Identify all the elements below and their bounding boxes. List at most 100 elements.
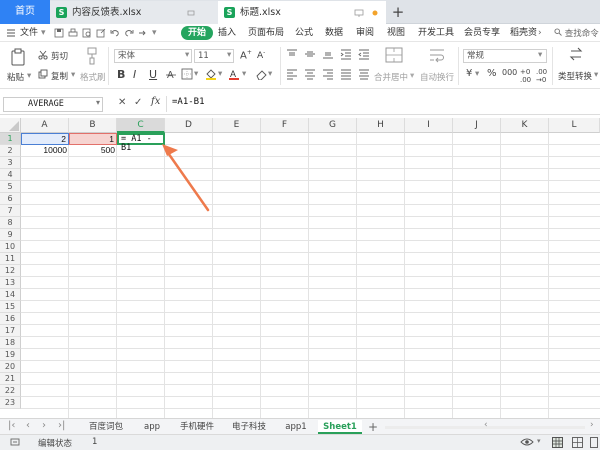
page-layout-view-icon[interactable] xyxy=(572,437,583,450)
eye-protection-icon[interactable] xyxy=(520,437,534,450)
row-header-11[interactable]: 11 xyxy=(0,253,21,265)
copy-icon[interactable] xyxy=(38,69,48,82)
row-header-7[interactable]: 7 xyxy=(0,205,21,217)
hamburger-icon[interactable] xyxy=(6,24,16,42)
row-header-21[interactable]: 21 xyxy=(0,373,21,385)
merge-center-button[interactable]: 合并居中 xyxy=(374,71,408,83)
distribute-icon[interactable] xyxy=(358,68,370,83)
sheet-tab-app[interactable]: app xyxy=(134,420,170,434)
chevron-down-icon[interactable]: ▾ xyxy=(475,69,479,79)
wrap-text-button[interactable]: 自动换行 xyxy=(420,71,454,83)
column-header-f[interactable]: F xyxy=(261,118,309,133)
brush-icon[interactable] xyxy=(85,47,99,68)
name-box[interactable]: AVERAGE xyxy=(3,97,103,112)
cell-b2[interactable]: 500 xyxy=(69,145,117,157)
thousands-separator-icon[interactable]: 000 xyxy=(502,68,517,77)
row-header-3[interactable]: 3 xyxy=(0,157,21,169)
macro-icon[interactable] xyxy=(10,437,20,450)
justify-icon[interactable] xyxy=(340,68,352,83)
sheet-tab-electronics[interactable]: 电子科技 xyxy=(224,420,274,434)
menu-start[interactable]: 开始 xyxy=(181,26,214,40)
eraser-icon[interactable] xyxy=(255,68,267,83)
align-right-icon[interactable] xyxy=(322,68,334,83)
chevron-down-icon[interactable]: ▾ xyxy=(268,69,272,79)
cut-button[interactable]: 剪切 xyxy=(51,50,68,62)
export-icon[interactable] xyxy=(96,24,106,42)
sheet-tab-phone-hardware[interactable]: 手机硬件 xyxy=(172,420,222,434)
next-sheet-icon[interactable]: › xyxy=(42,420,46,431)
align-center-icon[interactable] xyxy=(304,68,316,83)
menu-docer[interactable]: 稻壳资 xyxy=(510,24,537,42)
chevron-down-icon[interactable]: ▾ xyxy=(537,437,541,445)
confirm-formula-button[interactable]: ✓ xyxy=(134,97,142,108)
paste-button[interactable]: 粘贴 xyxy=(7,71,24,83)
print-preview-icon[interactable] xyxy=(82,24,92,42)
chevron-down-icon[interactable]: ▾ xyxy=(242,69,246,79)
column-header-l[interactable]: L xyxy=(549,118,600,133)
row-header-18[interactable]: 18 xyxy=(0,337,21,349)
sheet-tab-baidu[interactable]: 百度词包 xyxy=(80,420,132,434)
menu-developer[interactable]: 开发工具 xyxy=(418,24,454,42)
last-sheet-icon[interactable]: ›| xyxy=(58,420,65,431)
copy-button[interactable]: 复制 xyxy=(51,70,68,82)
align-bottom-icon[interactable] xyxy=(322,48,334,63)
row-header-2[interactable]: 2 xyxy=(0,145,21,157)
decrease-decimal-icon[interactable]: .00 →0 xyxy=(536,68,547,84)
strikethrough-icon[interactable]: A xyxy=(165,68,177,83)
increase-font-icon[interactable]: A+ xyxy=(240,49,252,61)
column-header-i[interactable]: I xyxy=(405,118,453,133)
column-header-g[interactable]: G xyxy=(309,118,357,133)
normal-view-icon[interactable] xyxy=(552,437,563,450)
increase-decimal-icon[interactable]: +0.00 xyxy=(520,68,531,84)
row-header-12[interactable]: 12 xyxy=(0,265,21,277)
indent-left-icon[interactable] xyxy=(340,48,352,63)
wrap-text-icon[interactable] xyxy=(428,46,446,67)
column-header-k[interactable]: K xyxy=(501,118,549,133)
menu-insert[interactable]: 插入 xyxy=(218,24,236,42)
first-sheet-icon[interactable]: |‹ xyxy=(8,420,15,431)
bold-button[interactable]: B xyxy=(117,68,125,81)
format-painter-button[interactable]: 格式刷 xyxy=(80,71,106,83)
row-header-4[interactable]: 4 xyxy=(0,169,21,181)
add-sheet-button[interactable]: + xyxy=(368,420,378,434)
align-top-icon[interactable] xyxy=(286,48,298,63)
row-header-8[interactable]: 8 xyxy=(0,217,21,229)
tab-home[interactable]: 首页 xyxy=(0,0,50,24)
row-header-6[interactable]: 6 xyxy=(0,193,21,205)
tab-document-feedback[interactable]: S 内容反馈表.xlsx xyxy=(50,1,218,24)
redo-icon[interactable] xyxy=(124,24,134,42)
underline-button[interactable]: U xyxy=(149,68,157,81)
print-icon[interactable] xyxy=(68,24,78,42)
row-header-23[interactable]: 23 xyxy=(0,397,21,409)
sheet-tab-sheet1[interactable]: Sheet1 xyxy=(318,420,362,434)
font-name-select[interactable]: 宋体 xyxy=(114,49,192,63)
undo-icon[interactable] xyxy=(110,24,120,42)
row-header-22[interactable]: 22 xyxy=(0,385,21,397)
border-icon[interactable] xyxy=(181,68,193,83)
save-icon[interactable] xyxy=(54,24,64,42)
chevron-down-icon[interactable]: ▾ xyxy=(27,71,31,81)
menu-data[interactable]: 数据 xyxy=(325,24,343,42)
column-header-b[interactable]: B xyxy=(69,118,117,133)
chevron-down-icon[interactable]: ▾ xyxy=(218,69,222,79)
currency-button[interactable]: ¥ xyxy=(466,68,472,79)
column-header-j[interactable]: J xyxy=(453,118,501,133)
cell-a2[interactable]: 10000 xyxy=(21,145,69,157)
menu-review[interactable]: 审阅 xyxy=(356,24,374,42)
formula-input[interactable]: =A1-B1 xyxy=(172,97,205,107)
align-middle-icon[interactable] xyxy=(304,48,316,63)
column-header-h[interactable]: H xyxy=(357,118,405,133)
menu-file[interactable]: 文件 xyxy=(20,24,38,42)
column-header-d[interactable]: D xyxy=(165,118,213,133)
cell-b1[interactable]: 1 xyxy=(69,133,117,145)
cell-a1[interactable]: 2 xyxy=(21,133,69,145)
row-header-5[interactable]: 5 xyxy=(0,181,21,193)
row-header-20[interactable]: 20 xyxy=(0,361,21,373)
type-convert-icon[interactable] xyxy=(568,46,584,65)
row-header-19[interactable]: 19 xyxy=(0,349,21,361)
row-header-1[interactable]: 1 xyxy=(0,133,21,145)
italic-button[interactable]: I xyxy=(133,68,136,81)
prev-sheet-icon[interactable]: ‹ xyxy=(26,420,30,431)
paste-icon[interactable] xyxy=(10,48,26,69)
scroll-right-icon[interactable]: › xyxy=(590,420,594,430)
